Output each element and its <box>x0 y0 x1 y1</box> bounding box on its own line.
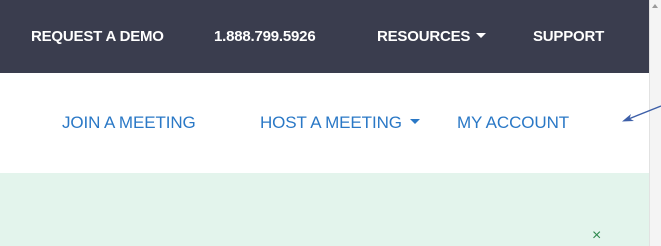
host-meeting-menu[interactable]: HOST A MEETING <box>260 105 420 141</box>
close-icon[interactable]: × <box>592 228 601 244</box>
success-alert <box>0 173 649 246</box>
phone-number-link[interactable]: 1.888.799.5926 <box>214 0 316 73</box>
resources-label: RESOURCES <box>377 28 471 45</box>
caret-down-icon <box>409 119 420 125</box>
caret-down-icon <box>476 32 487 38</box>
support-link[interactable]: SUPPORT <box>533 0 604 73</box>
my-account-link[interactable]: MY ACCOUNT <box>457 105 569 141</box>
top-utility-bar: REQUEST A DEMO 1.888.799.5926 RESOURCES … <box>0 0 649 73</box>
resources-menu[interactable]: RESOURCES <box>377 0 487 73</box>
page: REQUEST A DEMO 1.888.799.5926 RESOURCES … <box>0 0 661 246</box>
host-meeting-label: HOST A MEETING <box>260 113 402 132</box>
arrow-head <box>622 114 634 122</box>
join-meeting-link[interactable]: JOIN A MEETING <box>62 105 196 141</box>
scroll-up-icon[interactable] <box>652 4 658 8</box>
scrollbar[interactable] <box>649 0 661 246</box>
request-demo-link[interactable]: REQUEST A DEMO <box>31 0 164 73</box>
